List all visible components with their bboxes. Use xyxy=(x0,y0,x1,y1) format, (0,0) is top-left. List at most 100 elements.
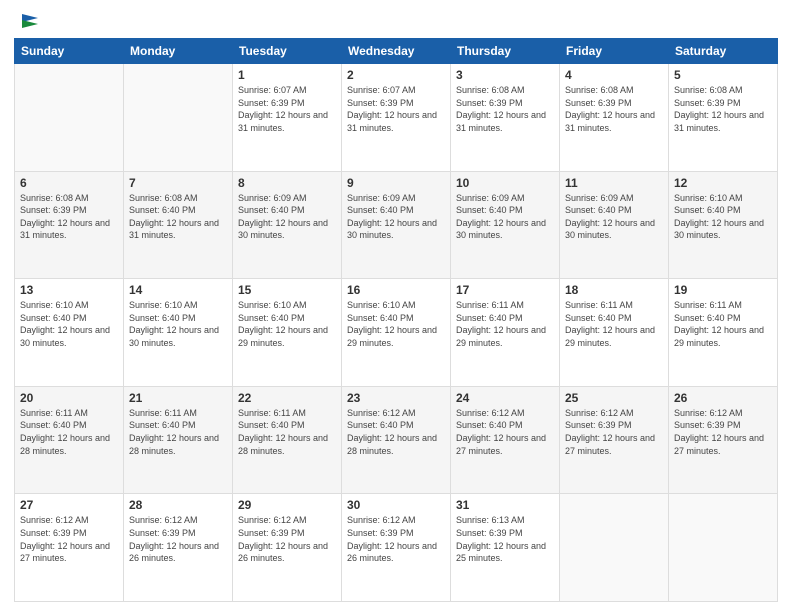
day-info: Sunrise: 6:09 AM Sunset: 6:40 PM Dayligh… xyxy=(565,192,663,242)
header-day-saturday: Saturday xyxy=(669,39,778,64)
day-number: 25 xyxy=(565,391,663,405)
calendar-body: 1 Sunrise: 6:07 AM Sunset: 6:39 PM Daylig… xyxy=(15,64,778,602)
day-info: Sunrise: 6:10 AM Sunset: 6:40 PM Dayligh… xyxy=(674,192,772,242)
calendar-cell: 16 Sunrise: 6:10 AM Sunset: 6:40 PM Dayli… xyxy=(342,279,451,387)
calendar-cell: 26 Sunrise: 6:12 AM Sunset: 6:39 PM Dayli… xyxy=(669,386,778,494)
calendar-cell: 15 Sunrise: 6:10 AM Sunset: 6:40 PM Dayli… xyxy=(233,279,342,387)
day-number: 10 xyxy=(456,176,554,190)
day-number: 24 xyxy=(456,391,554,405)
day-number: 19 xyxy=(674,283,772,297)
day-info: Sunrise: 6:10 AM Sunset: 6:40 PM Dayligh… xyxy=(129,299,227,349)
day-number: 12 xyxy=(674,176,772,190)
day-number: 26 xyxy=(674,391,772,405)
day-number: 17 xyxy=(456,283,554,297)
calendar-cell: 22 Sunrise: 6:11 AM Sunset: 6:40 PM Dayli… xyxy=(233,386,342,494)
day-number: 22 xyxy=(238,391,336,405)
calendar-cell: 25 Sunrise: 6:12 AM Sunset: 6:39 PM Dayli… xyxy=(560,386,669,494)
day-info: Sunrise: 6:12 AM Sunset: 6:40 PM Dayligh… xyxy=(456,407,554,457)
day-info: Sunrise: 6:12 AM Sunset: 6:40 PM Dayligh… xyxy=(347,407,445,457)
day-info: Sunrise: 6:08 AM Sunset: 6:39 PM Dayligh… xyxy=(565,84,663,134)
header-day-tuesday: Tuesday xyxy=(233,39,342,64)
day-number: 28 xyxy=(129,498,227,512)
day-number: 14 xyxy=(129,283,227,297)
day-info: Sunrise: 6:10 AM Sunset: 6:40 PM Dayligh… xyxy=(347,299,445,349)
day-info: Sunrise: 6:12 AM Sunset: 6:39 PM Dayligh… xyxy=(238,514,336,564)
calendar-table: SundayMondayTuesdayWednesdayThursdayFrid… xyxy=(14,38,778,602)
calendar-cell: 4 Sunrise: 6:08 AM Sunset: 6:39 PM Daylig… xyxy=(560,64,669,172)
day-info: Sunrise: 6:12 AM Sunset: 6:39 PM Dayligh… xyxy=(565,407,663,457)
week-row-1: 6 Sunrise: 6:08 AM Sunset: 6:39 PM Daylig… xyxy=(15,171,778,279)
week-row-4: 27 Sunrise: 6:12 AM Sunset: 6:39 PM Dayli… xyxy=(15,494,778,602)
day-info: Sunrise: 6:08 AM Sunset: 6:39 PM Dayligh… xyxy=(674,84,772,134)
day-info: Sunrise: 6:11 AM Sunset: 6:40 PM Dayligh… xyxy=(20,407,118,457)
calendar-cell: 3 Sunrise: 6:08 AM Sunset: 6:39 PM Daylig… xyxy=(451,64,560,172)
calendar-cell: 19Sunrise: 6:11 AM Sunset: 6:40 PM Dayli… xyxy=(669,279,778,387)
page: SundayMondayTuesdayWednesdayThursdayFrid… xyxy=(0,0,792,612)
day-number: 1 xyxy=(238,68,336,82)
calendar-cell: 20 Sunrise: 6:11 AM Sunset: 6:40 PM Dayli… xyxy=(15,386,124,494)
calendar-cell xyxy=(15,64,124,172)
day-info: Sunrise: 6:11 AM Sunset: 6:40 PM Dayligh… xyxy=(238,407,336,457)
calendar-cell: 11Sunrise: 6:09 AM Sunset: 6:40 PM Dayli… xyxy=(560,171,669,279)
day-info: Sunrise: 6:08 AM Sunset: 6:39 PM Dayligh… xyxy=(456,84,554,134)
calendar-cell: 12 Sunrise: 6:10 AM Sunset: 6:40 PM Dayli… xyxy=(669,171,778,279)
day-info: Sunrise: 6:07 AM Sunset: 6:39 PM Dayligh… xyxy=(238,84,336,134)
calendar-cell: 23 Sunrise: 6:12 AM Sunset: 6:40 PM Dayli… xyxy=(342,386,451,494)
calendar-cell: 6 Sunrise: 6:08 AM Sunset: 6:39 PM Daylig… xyxy=(15,171,124,279)
calendar-cell: 9 Sunrise: 6:09 AM Sunset: 6:40 PM Daylig… xyxy=(342,171,451,279)
day-info: Sunrise: 6:12 AM Sunset: 6:39 PM Dayligh… xyxy=(674,407,772,457)
header xyxy=(14,10,778,32)
day-info: Sunrise: 6:09 AM Sunset: 6:40 PM Dayligh… xyxy=(238,192,336,242)
day-number: 13 xyxy=(20,283,118,297)
day-number: 9 xyxy=(347,176,445,190)
day-info: Sunrise: 6:09 AM Sunset: 6:40 PM Dayligh… xyxy=(456,192,554,242)
header-day-thursday: Thursday xyxy=(451,39,560,64)
day-number: 7 xyxy=(129,176,227,190)
header-row: SundayMondayTuesdayWednesdayThursdayFrid… xyxy=(15,39,778,64)
calendar-cell: 31 Sunrise: 6:13 AM Sunset: 6:39 PM Dayli… xyxy=(451,494,560,602)
day-info: Sunrise: 6:08 AM Sunset: 6:39 PM Dayligh… xyxy=(20,192,118,242)
header-day-friday: Friday xyxy=(560,39,669,64)
day-number: 30 xyxy=(347,498,445,512)
calendar-cell: 5 Sunrise: 6:08 AM Sunset: 6:39 PM Daylig… xyxy=(669,64,778,172)
week-row-3: 20 Sunrise: 6:11 AM Sunset: 6:40 PM Dayli… xyxy=(15,386,778,494)
day-number: 5 xyxy=(674,68,772,82)
day-info: Sunrise: 6:09 AM Sunset: 6:40 PM Dayligh… xyxy=(347,192,445,242)
calendar-cell: 1 Sunrise: 6:07 AM Sunset: 6:39 PM Daylig… xyxy=(233,64,342,172)
day-number: 4 xyxy=(565,68,663,82)
header-day-sunday: Sunday xyxy=(15,39,124,64)
day-info: Sunrise: 6:12 AM Sunset: 6:39 PM Dayligh… xyxy=(347,514,445,564)
day-number: 23 xyxy=(347,391,445,405)
day-number: 16 xyxy=(347,283,445,297)
day-number: 20 xyxy=(20,391,118,405)
calendar-cell: 28Sunrise: 6:12 AM Sunset: 6:39 PM Dayli… xyxy=(124,494,233,602)
calendar-cell: 30 Sunrise: 6:12 AM Sunset: 6:39 PM Dayli… xyxy=(342,494,451,602)
calendar-cell: 2 Sunrise: 6:07 AM Sunset: 6:39 PM Daylig… xyxy=(342,64,451,172)
calendar-cell: 10 Sunrise: 6:09 AM Sunset: 6:40 PM Dayli… xyxy=(451,171,560,279)
day-info: Sunrise: 6:12 AM Sunset: 6:39 PM Dayligh… xyxy=(20,514,118,564)
day-info: Sunrise: 6:10 AM Sunset: 6:40 PM Dayligh… xyxy=(238,299,336,349)
week-row-2: 13 Sunrise: 6:10 AM Sunset: 6:40 PM Dayli… xyxy=(15,279,778,387)
day-info: Sunrise: 6:13 AM Sunset: 6:39 PM Dayligh… xyxy=(456,514,554,564)
day-info: Sunrise: 6:08 AM Sunset: 6:40 PM Dayligh… xyxy=(129,192,227,242)
day-number: 27 xyxy=(20,498,118,512)
calendar-cell: 8 Sunrise: 6:09 AM Sunset: 6:40 PM Daylig… xyxy=(233,171,342,279)
calendar-cell xyxy=(669,494,778,602)
day-info: Sunrise: 6:07 AM Sunset: 6:39 PM Dayligh… xyxy=(347,84,445,134)
calendar-cell: 18Sunrise: 6:11 AM Sunset: 6:40 PM Dayli… xyxy=(560,279,669,387)
calendar-cell: 17Sunrise: 6:11 AM Sunset: 6:40 PM Dayli… xyxy=(451,279,560,387)
day-number: 29 xyxy=(238,498,336,512)
calendar-cell: 14 Sunrise: 6:10 AM Sunset: 6:40 PM Dayli… xyxy=(124,279,233,387)
day-number: 2 xyxy=(347,68,445,82)
calendar-cell: 21Sunrise: 6:11 AM Sunset: 6:40 PM Dayli… xyxy=(124,386,233,494)
calendar-cell: 24 Sunrise: 6:12 AM Sunset: 6:40 PM Dayli… xyxy=(451,386,560,494)
logo xyxy=(14,10,40,32)
day-number: 6 xyxy=(20,176,118,190)
header-day-wednesday: Wednesday xyxy=(342,39,451,64)
header-day-monday: Monday xyxy=(124,39,233,64)
day-number: 15 xyxy=(238,283,336,297)
day-number: 3 xyxy=(456,68,554,82)
day-number: 31 xyxy=(456,498,554,512)
day-number: 8 xyxy=(238,176,336,190)
day-info: Sunrise: 6:10 AM Sunset: 6:40 PM Dayligh… xyxy=(20,299,118,349)
